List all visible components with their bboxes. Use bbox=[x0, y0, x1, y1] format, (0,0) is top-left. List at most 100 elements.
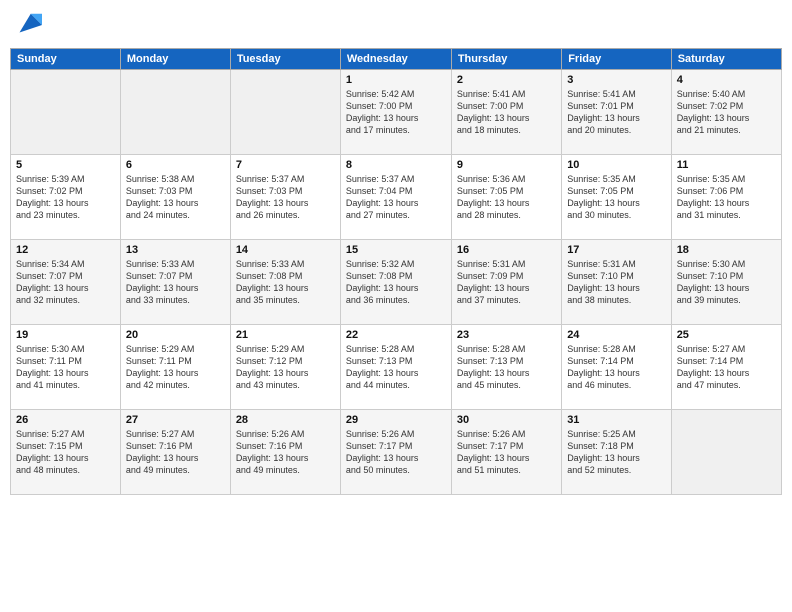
day-info: Sunrise: 5:37 AM Sunset: 7:03 PM Dayligh… bbox=[236, 173, 335, 222]
day-number: 2 bbox=[457, 74, 556, 86]
calendar-cell: 17 Sunrise: 5:31 AM Sunset: 7:10 PM Dayli… bbox=[562, 240, 672, 325]
day-number: 5 bbox=[16, 159, 115, 171]
calendar-cell: 28Sunrise: 5:26 AM Sunset: 7:16 PM Dayli… bbox=[230, 410, 340, 495]
calendar-table: SundayMondayTuesdayWednesdayThursdayFrid… bbox=[10, 48, 782, 495]
weekday-header: Monday bbox=[120, 49, 230, 70]
page: SundayMondayTuesdayWednesdayThursdayFrid… bbox=[0, 0, 792, 612]
calendar-cell: 21Sunrise: 5:29 AM Sunset: 7:12 PM Dayli… bbox=[230, 325, 340, 410]
day-info: Sunrise: 5:37 AM Sunset: 7:04 PM Dayligh… bbox=[346, 173, 446, 222]
day-number: 17 bbox=[567, 244, 666, 256]
day-info: Sunrise: 5:30 AM Sunset: 7:10 PM Dayligh… bbox=[677, 258, 776, 307]
calendar-cell: 18 Sunrise: 5:30 AM Sunset: 7:10 PM Dayli… bbox=[671, 240, 781, 325]
day-number: 6 bbox=[126, 159, 225, 171]
day-info: Sunrise: 5:36 AM Sunset: 7:05 PM Dayligh… bbox=[457, 173, 556, 222]
calendar-cell bbox=[230, 70, 340, 155]
day-info: Sunrise: 5:35 AM Sunset: 7:05 PM Dayligh… bbox=[567, 173, 666, 222]
calendar-week-row: 12 Sunrise: 5:34 AM Sunset: 7:07 PM Dayli… bbox=[11, 240, 782, 325]
day-info: Sunrise: 5:39 AM Sunset: 7:02 PM Dayligh… bbox=[16, 173, 115, 222]
calendar-cell: 23 Sunrise: 5:28 AM Sunset: 7:13 PM Dayli… bbox=[451, 325, 561, 410]
day-info: Sunrise: 5:28 AM Sunset: 7:14 PM Dayligh… bbox=[567, 343, 666, 392]
day-info: Sunrise: 5:31 AM Sunset: 7:09 PM Dayligh… bbox=[457, 258, 556, 307]
day-info: Sunrise: 5:34 AM Sunset: 7:07 PM Dayligh… bbox=[16, 258, 115, 307]
logo bbox=[10, 10, 42, 40]
day-number: 7 bbox=[236, 159, 335, 171]
weekday-header: Friday bbox=[562, 49, 672, 70]
calendar-cell: 24 Sunrise: 5:28 AM Sunset: 7:14 PM Dayli… bbox=[562, 325, 672, 410]
calendar-cell: 19 Sunrise: 5:30 AM Sunset: 7:11 PM Dayli… bbox=[11, 325, 121, 410]
calendar-cell: 26 Sunrise: 5:27 AM Sunset: 7:15 PM Dayli… bbox=[11, 410, 121, 495]
day-number: 12 bbox=[16, 244, 115, 256]
calendar-cell: 1 Sunrise: 5:42 AM Sunset: 7:00 PM Daylig… bbox=[340, 70, 451, 155]
day-info: Sunrise: 5:33 AM Sunset: 7:07 PM Dayligh… bbox=[126, 258, 225, 307]
day-info: Sunrise: 5:42 AM Sunset: 7:00 PM Dayligh… bbox=[346, 88, 446, 137]
calendar-cell: 7 Sunrise: 5:37 AM Sunset: 7:03 PM Daylig… bbox=[230, 155, 340, 240]
calendar-cell: 6 Sunrise: 5:38 AM Sunset: 7:03 PM Daylig… bbox=[120, 155, 230, 240]
day-info: Sunrise: 5:28 AM Sunset: 7:13 PM Dayligh… bbox=[346, 343, 446, 392]
day-info: Sunrise: 5:29 AM Sunset: 7:11 PM Dayligh… bbox=[126, 343, 225, 392]
day-number: 19 bbox=[16, 329, 115, 341]
day-info: Sunrise: 5:38 AM Sunset: 7:03 PM Dayligh… bbox=[126, 173, 225, 222]
day-number: 26 bbox=[16, 414, 115, 426]
day-info: Sunrise: 5:27 AM Sunset: 7:15 PM Dayligh… bbox=[16, 428, 115, 477]
day-info: Sunrise: 5:31 AM Sunset: 7:10 PM Dayligh… bbox=[567, 258, 666, 307]
day-number: 25 bbox=[677, 329, 776, 341]
day-info: Sunrise: 5:35 AM Sunset: 7:06 PM Dayligh… bbox=[677, 173, 776, 222]
day-info: Sunrise: 5:33 AM Sunset: 7:08 PM Dayligh… bbox=[236, 258, 335, 307]
calendar-cell: 22 Sunrise: 5:28 AM Sunset: 7:13 PM Dayli… bbox=[340, 325, 451, 410]
day-number: 18 bbox=[677, 244, 776, 256]
day-info: Sunrise: 5:27 AM Sunset: 7:14 PM Dayligh… bbox=[677, 343, 776, 392]
day-number: 31 bbox=[567, 414, 666, 426]
day-number: 14 bbox=[236, 244, 335, 256]
weekday-header-row: SundayMondayTuesdayWednesdayThursdayFrid… bbox=[11, 49, 782, 70]
calendar-cell: 31 Sunrise: 5:25 AM Sunset: 7:18 PM Dayli… bbox=[562, 410, 672, 495]
day-number: 15 bbox=[346, 244, 446, 256]
calendar-cell: 30 Sunrise: 5:26 AM Sunset: 7:17 PM Dayli… bbox=[451, 410, 561, 495]
weekday-header: Saturday bbox=[671, 49, 781, 70]
day-number: 13 bbox=[126, 244, 225, 256]
header bbox=[10, 10, 782, 40]
calendar-cell: 29 Sunrise: 5:26 AM Sunset: 7:17 PM Dayli… bbox=[340, 410, 451, 495]
calendar-cell: 16 Sunrise: 5:31 AM Sunset: 7:09 PM Dayli… bbox=[451, 240, 561, 325]
calendar-week-row: 19 Sunrise: 5:30 AM Sunset: 7:11 PM Dayli… bbox=[11, 325, 782, 410]
day-number: 28 bbox=[236, 414, 335, 426]
calendar-cell: 4Sunrise: 5:40 AM Sunset: 7:02 PM Daylig… bbox=[671, 70, 781, 155]
day-info: Sunrise: 5:26 AM Sunset: 7:17 PM Dayligh… bbox=[346, 428, 446, 477]
day-number: 30 bbox=[457, 414, 556, 426]
day-number: 8 bbox=[346, 159, 446, 171]
day-number: 9 bbox=[457, 159, 556, 171]
day-number: 23 bbox=[457, 329, 556, 341]
calendar-cell: 14 Sunrise: 5:33 AM Sunset: 7:08 PM Dayli… bbox=[230, 240, 340, 325]
calendar-cell: 20 Sunrise: 5:29 AM Sunset: 7:11 PM Dayli… bbox=[120, 325, 230, 410]
day-info: Sunrise: 5:28 AM Sunset: 7:13 PM Dayligh… bbox=[457, 343, 556, 392]
day-number: 10 bbox=[567, 159, 666, 171]
weekday-header: Tuesday bbox=[230, 49, 340, 70]
day-number: 16 bbox=[457, 244, 556, 256]
day-info: Sunrise: 5:25 AM Sunset: 7:18 PM Dayligh… bbox=[567, 428, 666, 477]
calendar-cell bbox=[120, 70, 230, 155]
day-number: 24 bbox=[567, 329, 666, 341]
day-number: 20 bbox=[126, 329, 225, 341]
calendar-cell: 12 Sunrise: 5:34 AM Sunset: 7:07 PM Dayli… bbox=[11, 240, 121, 325]
weekday-header: Sunday bbox=[11, 49, 121, 70]
day-number: 22 bbox=[346, 329, 446, 341]
day-info: Sunrise: 5:41 AM Sunset: 7:00 PM Dayligh… bbox=[457, 88, 556, 137]
calendar-cell bbox=[11, 70, 121, 155]
calendar-cell: 9 Sunrise: 5:36 AM Sunset: 7:05 PM Daylig… bbox=[451, 155, 561, 240]
day-number: 27 bbox=[126, 414, 225, 426]
day-info: Sunrise: 5:30 AM Sunset: 7:11 PM Dayligh… bbox=[16, 343, 115, 392]
logo-icon bbox=[12, 10, 42, 40]
day-info: Sunrise: 5:40 AM Sunset: 7:02 PM Dayligh… bbox=[677, 88, 776, 137]
day-info: Sunrise: 5:26 AM Sunset: 7:17 PM Dayligh… bbox=[457, 428, 556, 477]
day-info: Sunrise: 5:29 AM Sunset: 7:12 PM Dayligh… bbox=[236, 343, 335, 392]
day-number: 29 bbox=[346, 414, 446, 426]
calendar-cell: 13 Sunrise: 5:33 AM Sunset: 7:07 PM Dayli… bbox=[120, 240, 230, 325]
day-info: Sunrise: 5:27 AM Sunset: 7:16 PM Dayligh… bbox=[126, 428, 225, 477]
calendar-cell: 25 Sunrise: 5:27 AM Sunset: 7:14 PM Dayli… bbox=[671, 325, 781, 410]
day-number: 1 bbox=[346, 74, 446, 86]
day-number: 11 bbox=[677, 159, 776, 171]
calendar-cell: 5 Sunrise: 5:39 AM Sunset: 7:02 PM Daylig… bbox=[11, 155, 121, 240]
calendar-cell: 15Sunrise: 5:32 AM Sunset: 7:08 PM Dayli… bbox=[340, 240, 451, 325]
calendar-cell: 8 Sunrise: 5:37 AM Sunset: 7:04 PM Daylig… bbox=[340, 155, 451, 240]
calendar-cell: 3Sunrise: 5:41 AM Sunset: 7:01 PM Daylig… bbox=[562, 70, 672, 155]
calendar-cell: 27 Sunrise: 5:27 AM Sunset: 7:16 PM Dayli… bbox=[120, 410, 230, 495]
